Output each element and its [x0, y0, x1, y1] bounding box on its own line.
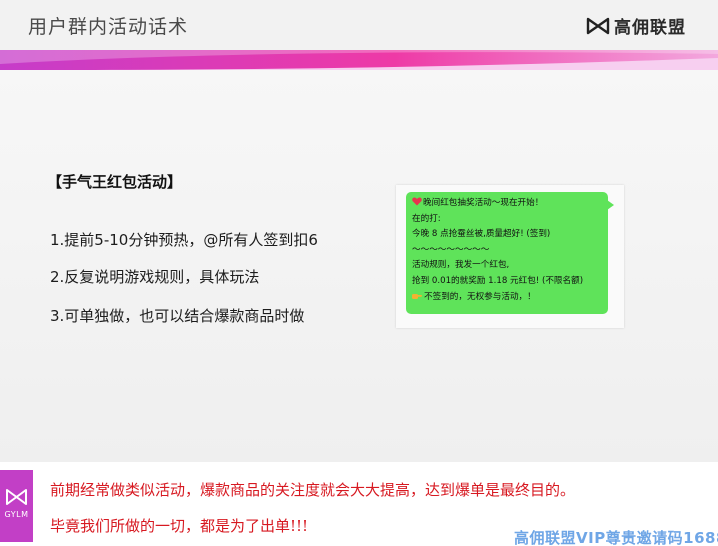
chat-line-5: 活动规则，我发一个红包,	[412, 260, 510, 271]
chat-line-3: 今晚 8 点抢蚕丝被,质量超好! (签到)	[412, 229, 551, 240]
tip-point-2: 2.反复说明游戏规则，具体玩法	[50, 268, 260, 286]
slide-title: 用户群内活动话术	[28, 16, 189, 38]
heart-emoji-icon	[412, 197, 422, 206]
chat-message-bubble: 晚间红包抽奖活动～现在开始！ 在的打: 今晚 8 点抢蚕丝被,质量超好! (签到…	[406, 192, 614, 314]
chat-line-1-text: 晚间红包抽奖活动～现在开始！	[423, 198, 544, 208]
slide-header: 用户群内活动话术 高佣联盟	[0, 0, 718, 50]
highlight-line-1: 前期经常做类似活动，爆款商品的关注度就会大大提高，达到爆单是最终目的。	[50, 481, 576, 499]
chat-line-6: 抢到 0.01的就奖励 1.18 元红包! (不限名额)	[412, 275, 584, 286]
chat-line-4: 〜〜〜〜〜〜〜〜〜	[412, 244, 490, 255]
section-title: 【手气王红包活动】	[47, 173, 183, 191]
footer-logo-text: GYLM	[4, 510, 29, 519]
chat-screenshot: 晚间红包抽奖活动～现在开始！ 在的打: 今晚 8 点抢蚕丝被,质量超好! (签到…	[396, 185, 624, 328]
chat-line-2: 在的打:	[412, 213, 441, 224]
gylm-logo-icon	[586, 17, 610, 34]
brand: 高佣联盟	[586, 13, 686, 38]
tip-point-3: 3.可单独做，也可以结合爆款商品时做	[50, 307, 305, 325]
chat-line-7: 不签到的，无权参与活动，！	[412, 290, 602, 306]
chat-line-1: 晚间红包抽奖活动～现在开始！	[412, 196, 602, 212]
slide: 用户群内活动话术 高佣联盟 【手气王红包活动】 1.提前5-10分钟预热，@所有…	[0, 0, 718, 546]
header-gradient-band	[0, 50, 718, 70]
gylm-logo-icon	[6, 489, 27, 505]
pointing-hand-icon	[412, 293, 422, 299]
watermark-text: 高佣联盟VIP尊贵邀请码1688	[514, 529, 718, 546]
footer-logo-badge: GYLM	[0, 470, 33, 542]
brand-name: 高佣联盟	[614, 18, 686, 38]
highlight-line-2: 毕竟我们所做的一切，都是为了出单!!!	[50, 517, 309, 535]
chat-line-7-text: 不签到的，无权参与活动，！	[424, 291, 536, 302]
tip-point-1: 1.提前5-10分钟预热，@所有人签到扣6	[50, 231, 318, 249]
